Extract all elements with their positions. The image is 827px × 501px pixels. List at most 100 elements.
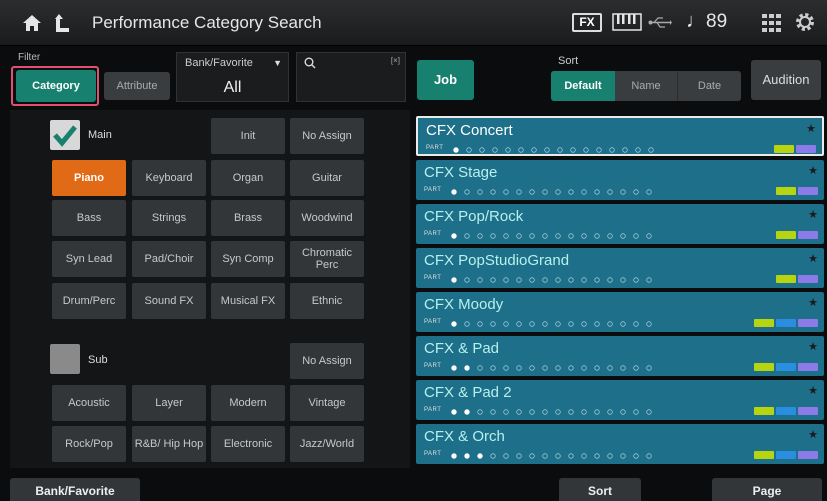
part-inactive-dot (555, 277, 561, 283)
part-inactive-dot (620, 321, 626, 327)
sub-category-modern-button[interactable]: Modern (211, 385, 285, 421)
performance-list-item[interactable]: CFX & Pad PART ★ (416, 336, 824, 376)
gear-icon[interactable] (795, 12, 815, 32)
favorite-star-icon[interactable]: ★ (808, 164, 818, 177)
performance-list-item[interactable]: CFX PopStudioGrand PART ★ (416, 248, 824, 288)
part-inactive-dot (516, 277, 522, 283)
job-button[interactable]: Job (417, 60, 474, 100)
part-active-dot (451, 453, 457, 459)
sub-category-vintage-button[interactable]: Vintage (290, 385, 364, 421)
quick-access-grid-icon[interactable] (762, 14, 781, 32)
green-attribute-badge-icon (776, 275, 796, 283)
top-bar: Performance Category Search FX ♩ 89 (0, 0, 827, 46)
performance-list-item[interactable]: CFX & Orch PART ★ (416, 424, 824, 464)
performance-list-item[interactable]: CFX Pop/Rock PART ★ (416, 204, 824, 244)
sub-category-electronic-button[interactable]: Electronic (211, 426, 285, 462)
part-label: PART (426, 145, 444, 151)
main-category-woodwind-button[interactable]: Woodwind (290, 200, 364, 236)
favorite-star-icon[interactable]: ★ (806, 122, 816, 135)
bank-favorite-selector[interactable]: Bank/Favorite ▼ All (176, 52, 289, 102)
page-button[interactable]: Page (712, 478, 822, 501)
part-inactive-dot (464, 321, 470, 327)
main-category-syn-lead-button[interactable]: Syn Lead (52, 241, 126, 277)
main-category-piano-button[interactable]: Piano (52, 160, 126, 196)
performance-list-item[interactable]: CFX Concert PART ★ (416, 116, 824, 156)
blue-attribute-badge-icon (776, 407, 796, 415)
part-label: PART (424, 407, 442, 413)
part-inactive-dot (620, 365, 626, 371)
part-inactive-dot (607, 453, 613, 459)
part-inactive-dot (555, 233, 561, 239)
part-inactive-dot (477, 365, 483, 371)
part-inactive-dot (620, 453, 626, 459)
main-category-keyboard-button[interactable]: Keyboard (132, 160, 206, 196)
bank-favorite-value: All (223, 79, 242, 96)
part-inactive-dot (620, 409, 626, 415)
sub-category-r-b-hip-hop-button[interactable]: R&B/ Hip Hop (132, 426, 206, 462)
bank-favorite-label: Bank/Favorite (185, 57, 253, 69)
sub-category-checkbox[interactable] (50, 344, 80, 374)
main-category-sound-fx-button[interactable]: Sound FX (132, 283, 206, 319)
main-category-guitar-button[interactable]: Guitar (290, 160, 364, 196)
sub-category-acoustic-button[interactable]: Acoustic (52, 385, 126, 421)
part-inactive-dot (477, 233, 483, 239)
tempo-value[interactable]: 89 (706, 11, 727, 33)
keyboard-icon[interactable] (612, 13, 642, 31)
attribute-badges (774, 145, 816, 153)
main-category-bass-button[interactable]: Bass (52, 200, 126, 236)
performance-list-item[interactable]: CFX & Pad 2 PART ★ (416, 380, 824, 420)
tab-category[interactable]: Category (16, 70, 96, 102)
purple-attribute-badge-icon (796, 145, 816, 153)
part-active-dot (464, 409, 470, 415)
main-category-ethnic-button[interactable]: Ethnic (290, 283, 364, 319)
performance-list-item[interactable]: CFX Moody PART ★ (416, 292, 824, 332)
bank-favorite-button[interactable]: Bank/Favorite (10, 478, 140, 501)
performance-list-item[interactable]: CFX Stage PART ★ (416, 160, 824, 200)
search-input[interactable]: [×] (296, 52, 406, 102)
favorite-star-icon[interactable]: ★ (808, 296, 818, 309)
main-category-no-assign-button[interactable]: No Assign (290, 118, 364, 154)
sort-button[interactable]: Sort (559, 478, 641, 501)
sub-category-rock-pop-button[interactable]: Rock/Pop (52, 426, 126, 462)
sort-default-button[interactable]: Default (551, 71, 615, 101)
performance-name: CFX Pop/Rock (424, 208, 524, 225)
green-attribute-badge-icon (754, 363, 774, 371)
main-category-init-button[interactable]: Init (211, 118, 285, 154)
main-category-musical-fx-button[interactable]: Musical FX (211, 283, 285, 319)
clear-text-icon[interactable]: [×] (391, 56, 400, 65)
fx-indicator[interactable]: FX (572, 13, 602, 32)
attribute-badges (754, 319, 818, 327)
main-category-drum-perc-button[interactable]: Drum/Perc (52, 283, 126, 319)
part-inactive-dot (607, 277, 613, 283)
part-indicator-dots (453, 147, 654, 153)
part-indicator-dots (451, 365, 652, 371)
main-category-syn-comp-button[interactable]: Syn Comp (211, 241, 285, 277)
purple-attribute-badge-icon (798, 363, 818, 371)
home-icon[interactable] (22, 14, 42, 32)
sort-date-button[interactable]: Date (678, 71, 741, 101)
main-category-pad-choir-button[interactable]: Pad/Choir (132, 241, 206, 277)
favorite-star-icon[interactable]: ★ (808, 252, 818, 265)
favorite-star-icon[interactable]: ★ (808, 428, 818, 441)
purple-attribute-badge-icon (798, 319, 818, 327)
favorite-star-icon[interactable]: ★ (808, 340, 818, 353)
main-category-organ-button[interactable]: Organ (211, 160, 285, 196)
sub-category-no-assign-button[interactable]: No Assign (290, 343, 364, 379)
sort-name-button[interactable]: Name (615, 71, 678, 101)
main-category-chromatic-perc-button[interactable]: Chromatic Perc (290, 241, 364, 277)
sub-category-jazz-world-button[interactable]: Jazz/World (290, 426, 364, 462)
main-category-brass-button[interactable]: Brass (211, 200, 285, 236)
favorite-star-icon[interactable]: ★ (808, 208, 818, 221)
part-inactive-dot (620, 233, 626, 239)
sub-category-layer-button[interactable]: Layer (132, 385, 206, 421)
tab-attribute[interactable]: Attribute (104, 72, 170, 100)
audition-button[interactable]: Audition (751, 60, 821, 100)
favorite-star-icon[interactable]: ★ (808, 384, 818, 397)
back-arrow-icon[interactable] (52, 13, 70, 33)
part-inactive-dot (607, 189, 613, 195)
part-active-dot (451, 321, 457, 327)
main-category-checkbox[interactable] (50, 120, 80, 150)
main-category-strings-button[interactable]: Strings (132, 200, 206, 236)
dropdown-arrow-icon: ▼ (273, 58, 282, 68)
part-inactive-dot (581, 189, 587, 195)
